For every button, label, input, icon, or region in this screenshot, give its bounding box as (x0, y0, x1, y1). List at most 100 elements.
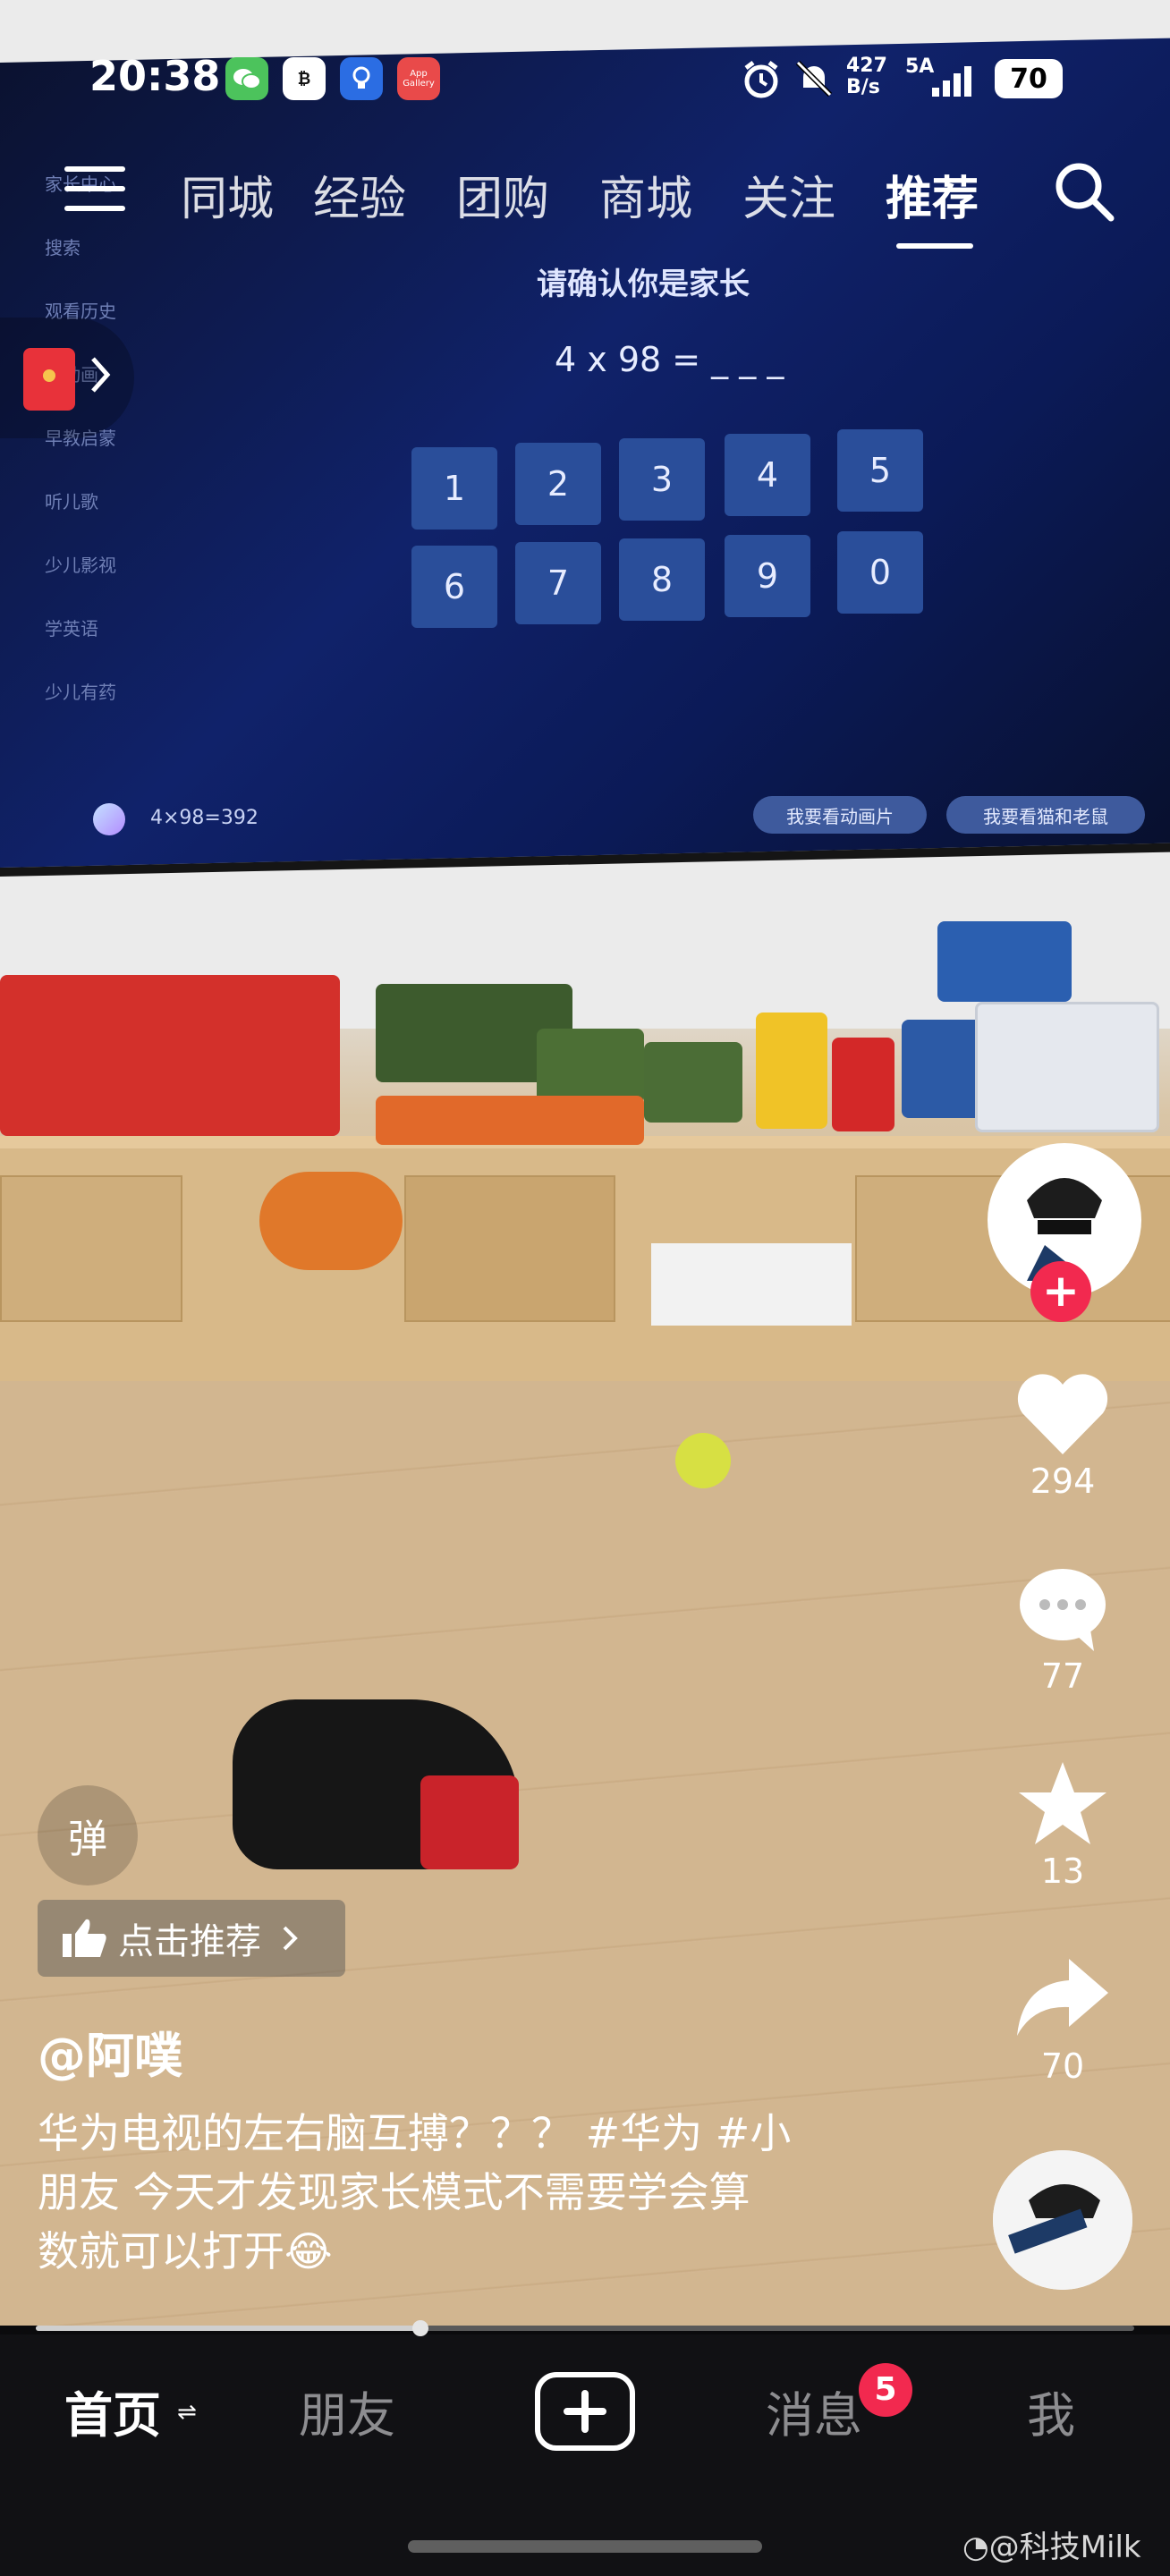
tv-sidebar-item: 听儿歌 (45, 491, 98, 513)
toy-tank (644, 1042, 742, 1123)
nav-friends[interactable]: 朋友 (299, 2376, 395, 2446)
thumbs-up-icon (63, 1919, 106, 1957)
tv-sidebar-item: 学英语 (45, 618, 98, 640)
video-caption[interactable]: 华为电视的左右脑互搏？？？ #华为 #小 朋友 今天才发现家长模式不需要学会算 … (38, 2104, 914, 2281)
tab-experience[interactable]: 经验 (313, 161, 406, 228)
tv-chip-right: 我要看猫和老鼠 (946, 796, 1145, 834)
like-button[interactable]: 294 (991, 1368, 1134, 1501)
messages-badge: 5 (859, 2363, 912, 2417)
toy-vehicle (376, 1096, 644, 1145)
favorite-button[interactable]: 13 (991, 1758, 1134, 1891)
comment-icon (1020, 1569, 1106, 1651)
search-icon[interactable] (1048, 156, 1120, 227)
switch-feed-icon[interactable]: ⇌ (177, 2399, 197, 2426)
nav-me[interactable]: 我 (1027, 2376, 1075, 2446)
share-count: 70 (1040, 2046, 1085, 2086)
tv-sidebar-item: 少儿影视 (45, 555, 116, 576)
home-indicator[interactable] (408, 2540, 762, 2553)
toy-truck (0, 975, 340, 1136)
alarm-icon (739, 57, 784, 102)
caption-line: 朋友 今天才发现家长模式不需要学会算 (38, 2168, 750, 2216)
tab-nearby[interactable]: 同城 (181, 161, 274, 228)
boxing-glove-cuff (420, 1775, 519, 1869)
tv-sidebar: 家长中心 搜索 观看历史 看动画 早教启蒙 听儿歌 少儿影视 学英语 少儿有药 (18, 170, 161, 741)
tv-prompt-title: 请确认你是家长 (537, 267, 750, 302)
nav-messages[interactable]: 消息 (766, 2376, 862, 2446)
tv-key: 0 (837, 531, 923, 614)
caption-line: 华为电视的左右脑互搏？？？ #华为 #小 (38, 2109, 792, 2157)
recommend-label: 点击推荐 (118, 1921, 261, 1962)
author-name[interactable]: @阿噗 (38, 2016, 182, 2087)
nav-home[interactable]: 首页 (64, 2376, 161, 2446)
tv-key: 3 (619, 438, 705, 521)
tv-cabinet (0, 1136, 1170, 1381)
star-icon (1019, 1762, 1106, 1844)
weibo-logo-icon: ◔ (962, 2529, 989, 2565)
music-disc[interactable] (993, 2150, 1132, 2290)
comment-count: 77 (1040, 1657, 1085, 1696)
tv-key: 1 (411, 447, 497, 530)
recommend-button[interactable]: 点击推荐 (38, 1900, 345, 1977)
tv-key: 2 (515, 443, 601, 525)
video-progress-fill (36, 2326, 420, 2331)
red-packet-icon (23, 348, 75, 411)
tv-sidebar-item: 少儿有药 (45, 682, 116, 703)
signal-icon (930, 63, 984, 98)
tv-key: 5 (837, 429, 923, 512)
app-screen: 家长中心 搜索 观看历史 看动画 早教启蒙 听儿歌 少儿影视 学英语 少儿有药 … (0, 0, 1170, 2576)
tv-key: 6 (411, 546, 497, 628)
toy-tank (537, 1029, 644, 1105)
toy-truck (756, 1013, 827, 1129)
battery-level: 70 (1010, 63, 1047, 95)
status-time: 20:38 (89, 52, 221, 100)
wechat-icon (225, 57, 268, 100)
tv-answer-text: 4×98=392 (150, 807, 259, 829)
app-gallery-icon: App Gallery (397, 57, 440, 100)
network-speed-unit: B/s (846, 76, 880, 98)
heart-icon (1017, 1374, 1108, 1454)
danmaku-label: 弹 (68, 1817, 107, 1862)
tennis-ball (675, 1433, 731, 1488)
cabinet-door (0, 1175, 182, 1322)
create-button[interactable] (535, 2372, 635, 2451)
tv-key: 4 (725, 434, 810, 516)
danmaku-toggle[interactable]: 弹 (38, 1785, 138, 1885)
toy-basket (937, 921, 1072, 1002)
tv-assistant-icon (93, 803, 125, 835)
toy-pumpkin (259, 1172, 403, 1270)
tv-key: 7 (515, 542, 601, 624)
chevron-right-icon (89, 355, 111, 398)
plus-icon (564, 2390, 606, 2433)
tab-following[interactable]: 关注 (742, 161, 835, 228)
comment-button[interactable]: 77 (991, 1563, 1134, 1696)
network-speed: 427 B/s (846, 55, 887, 98)
tv-chip-left: 我要看动画片 (753, 796, 927, 834)
video-progress-handle[interactable] (412, 2320, 428, 2336)
watermark-text: @科技Milk (988, 2529, 1141, 2565)
tv-key: 9 (725, 535, 810, 617)
app-notification-icon: ₿ (283, 57, 326, 100)
share-button[interactable]: 70 (991, 1953, 1134, 2086)
red-packet-widget[interactable] (0, 318, 134, 438)
toy-truck (832, 1038, 894, 1131)
tv-equation: 4 x 98 = _ _ _ (555, 340, 784, 379)
tab-mall[interactable]: 商城 (599, 161, 692, 228)
active-tab-indicator (896, 243, 973, 249)
tips-bulb-icon (340, 57, 383, 100)
favorite-count: 13 (1040, 1852, 1085, 1891)
watermark: ◔@科技Milk (962, 2522, 1141, 2566)
network-speed-value: 427 (846, 55, 887, 77)
mute-bell-icon (793, 57, 835, 100)
share-arrow-icon (1017, 1959, 1108, 2036)
tab-recommended[interactable]: 推荐 (886, 161, 979, 228)
battery-icon: 70 (995, 59, 1063, 98)
tab-group-buy[interactable]: 团购 (456, 161, 549, 228)
menu-icon[interactable] (64, 166, 125, 225)
chevron-right-icon (283, 1926, 298, 1951)
router-box (651, 1243, 852, 1326)
cabinet-shelf (404, 1175, 615, 1322)
toy-basket (975, 1002, 1159, 1132)
tv-key: 8 (619, 538, 705, 621)
follow-button[interactable]: + (1030, 1261, 1091, 1322)
like-count: 294 (1030, 1462, 1096, 1501)
